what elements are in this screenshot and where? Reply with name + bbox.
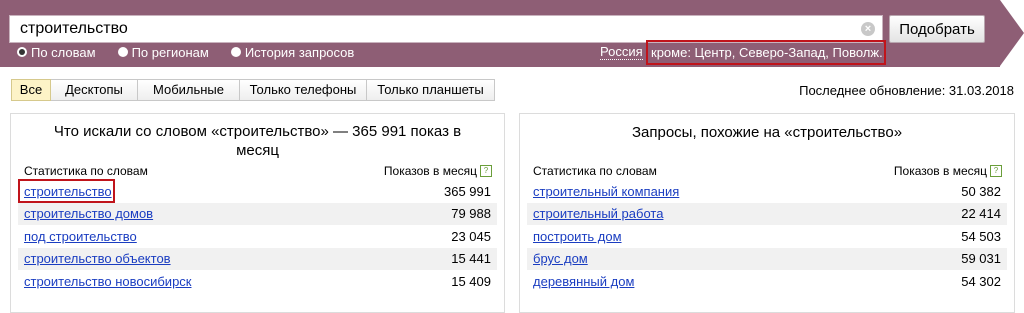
mode-label: По регионам [131, 44, 209, 60]
search-mode-group: По словам По регионам История запросов [17, 44, 376, 60]
search-box: × [9, 15, 883, 43]
phrase-link[interactable]: деревянный дом [533, 274, 634, 289]
mode-label: История запросов [244, 44, 355, 60]
column-header-label: Показов в месяц [893, 164, 987, 178]
region-selector[interactable]: кроме: Центр, Северо-Запад, Поволж... [646, 40, 886, 65]
table-row: строительство 365 991 [18, 179, 497, 203]
tab-all[interactable]: Все [11, 79, 51, 101]
phrase-link[interactable]: строительство домов [24, 206, 153, 221]
region-country-link[interactable]: Россия [600, 44, 643, 60]
shows-count: 23 045 [451, 228, 491, 244]
tab-phones-only[interactable]: Только телефоны [240, 79, 367, 101]
phrase-link[interactable]: строительство новосибирск [24, 274, 191, 289]
band-arrow [1000, 0, 1024, 66]
shows-count: 79 988 [451, 206, 491, 222]
shows-count: 54 503 [961, 228, 1001, 244]
similar-queries-panel: Запросы, похожие на «строительство» Стат… [519, 113, 1015, 313]
table-row: деревянный дом 54 302 [527, 270, 1007, 293]
phrase-link[interactable]: построить дом [533, 229, 622, 244]
column-header-label: Показов в месяц [383, 164, 477, 178]
table-row: брус дом 59 031 [527, 247, 1007, 270]
mode-by-regions[interactable]: По регионам [117, 44, 209, 60]
tab-tablets-only[interactable]: Только планшеты [367, 79, 495, 101]
words-table: строительство 365 991 строительство домо… [18, 179, 497, 293]
table-row: под строительство 23 045 [18, 225, 497, 248]
device-tabs: Все Десктопы Мобильные Только телефоны Т… [11, 79, 495, 101]
words-panel: Что искали со словом «строительство» — 3… [10, 113, 505, 313]
table-row: строительный работа 22 414 [527, 202, 1007, 225]
column-header-shows: Показов в месяц ? [894, 164, 1002, 178]
last-update: Последнее обновление: 31.03.2018 [799, 83, 1014, 98]
mode-query-history[interactable]: История запросов [230, 44, 355, 60]
mode-label: По словам [31, 44, 96, 60]
column-header-words: Статистика по словам [533, 164, 657, 178]
shows-count: 365 991 [444, 183, 491, 199]
phrase-link[interactable]: строительный компания [533, 184, 679, 199]
shows-count: 50 382 [961, 183, 1001, 199]
table-row: строительный компания 50 382 [527, 180, 1007, 203]
phrase-link[interactable]: под строительство [24, 229, 137, 244]
shows-count: 22 414 [961, 206, 1001, 222]
mode-by-words[interactable]: По словам [17, 45, 96, 60]
panel-title: Что искали со словом «строительство» — 3… [53, 123, 462, 159]
help-icon[interactable]: ? [990, 165, 1002, 177]
clear-icon[interactable]: × [861, 22, 875, 36]
help-icon[interactable]: ? [480, 165, 492, 177]
table-row: строительство новосибирск 15 409 [18, 270, 497, 293]
shows-count: 15 409 [451, 273, 491, 289]
phrase-link[interactable]: строительный работа [533, 206, 663, 221]
phrase-link[interactable]: строительство [24, 184, 112, 199]
column-header-words: Статистика по словам [24, 164, 148, 178]
similar-table: строительный компания 50 382 строительны… [527, 180, 1007, 293]
radio-icon[interactable] [230, 47, 241, 57]
column-header-shows: Показов в месяц ? [384, 164, 492, 178]
table-row: построить дом 54 503 [527, 225, 1007, 248]
table-row: строительство объектов 15 441 [18, 247, 497, 270]
tab-desktops[interactable]: Десктопы [51, 79, 138, 101]
search-input[interactable] [10, 16, 850, 42]
table-row: строительство домов 79 988 [18, 202, 497, 225]
tab-mobile[interactable]: Мобильные [138, 79, 240, 101]
panel-title: Запросы, похожие на «строительство» [631, 124, 903, 141]
radio-icon[interactable] [117, 47, 128, 57]
phrase-link[interactable]: брус дом [533, 251, 588, 266]
submit-button[interactable]: Подобрать [889, 15, 985, 43]
phrase-link[interactable]: строительство объектов [24, 251, 171, 266]
shows-count: 15 441 [451, 251, 491, 267]
radio-icon-checked[interactable] [17, 47, 27, 57]
shows-count: 59 031 [961, 251, 1001, 267]
shows-count: 54 302 [961, 273, 1001, 289]
